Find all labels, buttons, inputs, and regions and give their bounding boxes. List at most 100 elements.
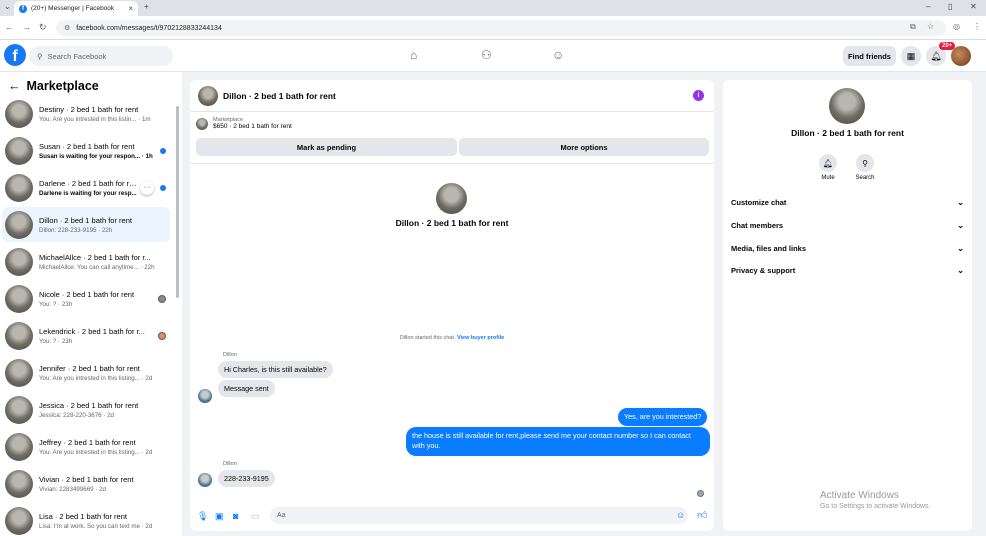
menu-grid-icon[interactable]: ▦	[901, 46, 921, 66]
find-friends-button[interactable]: Find friends	[843, 46, 896, 66]
new-tab-icon[interactable]: +	[144, 2, 149, 11]
outgoing-message[interactable]: the house is still available for rent,pl…	[406, 427, 710, 456]
chevron-down-icon: ⌄	[957, 221, 964, 230]
gif-icon[interactable]: ▭	[251, 511, 260, 522]
avatar	[5, 358, 33, 387]
mute-button[interactable]: 🔔︎ Mute	[808, 154, 848, 181]
conversation-item[interactable]: Lekendrick · 2 bed 1 bath for r... You: ?…	[2, 318, 170, 353]
home-icon[interactable]: ⌂	[410, 48, 417, 62]
reload-icon[interactable]: ↻	[39, 22, 47, 33]
emoji-icon[interactable]: ☺	[676, 510, 685, 520]
photo-icon[interactable]: ▣	[215, 511, 224, 522]
avatar	[5, 247, 33, 276]
section-customize-chat[interactable]: Customize chat ⌄	[731, 198, 964, 207]
avatar[interactable]	[829, 88, 865, 124]
incoming-message[interactable]: Hi Charles, is this still available?	[218, 361, 333, 378]
search-button[interactable]: ⚲ Search	[845, 154, 885, 181]
system-message: Dillon started this chat. View buyer pro…	[190, 335, 714, 341]
back-arrow-icon[interactable]: ←	[8, 79, 21, 93]
watermark-subtitle: Go to Settings to activate Windows.	[820, 503, 931, 510]
conversation-name: Jessica · 2 bed 1 bath for rent	[39, 400, 139, 410]
conversation-preview: You: ? · 23h	[39, 337, 73, 345]
search-icon: ⚲	[856, 154, 874, 172]
conversation-preview: You: Are you intrested in this listing..…	[39, 448, 153, 456]
browser-tab-strip: ⌄ f (20+) Messenger | Facebook × + – ▯ ✕	[0, 0, 986, 16]
bookmark-star-icon[interactable]: ☆	[927, 22, 934, 31]
more-options-icon[interactable]: ···	[140, 180, 154, 195]
sticker-icon[interactable]: ◙	[233, 511, 238, 521]
window-close-icon[interactable]: ✕	[970, 2, 977, 11]
forward-icon[interactable]: →	[22, 22, 31, 32]
incoming-message[interactable]: 228-233-9195	[218, 470, 275, 487]
back-icon[interactable]: ←	[5, 22, 14, 32]
section-label: Customize chat	[731, 198, 787, 207]
sidebar-header: ← Marketplace	[8, 79, 99, 93]
avatar[interactable]	[198, 473, 212, 487]
chat-title[interactable]: Dillon · 2 bed 1 bath for rent	[223, 91, 336, 101]
search-input[interactable]: ⚲ Search Facebook	[29, 46, 173, 66]
section-label: Media, files and links	[731, 244, 807, 253]
conversation-item[interactable]: Jessica · 2 bed 1 bath for rent Jessica: …	[2, 392, 170, 427]
conversation-item[interactable]: Vivian · 2 bed 1 bath for rent Vivian: 22…	[2, 466, 170, 501]
like-thumb-icon[interactable]: 👍︎	[697, 509, 707, 521]
conversation-name: Jeffrey · 2 bed 1 bath for rent	[39, 437, 136, 447]
microphone-icon[interactable]: 🎙︎	[197, 511, 208, 522]
conversation-item[interactable]: Darlene · 2 bed 1 bath for rent Darlene i…	[2, 170, 170, 205]
search-label: Search	[855, 175, 875, 181]
conversation-item[interactable]: Nicole · 2 bed 1 bath for rent You: ? · 2…	[2, 281, 170, 316]
avatar[interactable]	[198, 389, 212, 403]
listing-price: $650 · 2 bed 1 bath for rent	[213, 123, 292, 130]
message-input[interactable]: Aa	[270, 507, 688, 524]
conversation-item[interactable]: Destiny · 2 bed 1 bath for rent You: Are …	[2, 96, 170, 131]
conversation-preview: Dillon: 228-233-9195 · 22h	[39, 226, 113, 234]
view-buyer-profile-link[interactable]: View buyer profile	[457, 335, 504, 341]
conversation-name: Darlene · 2 bed 1 bath for rent	[39, 178, 139, 188]
profile-icon[interactable]: ◎	[953, 22, 960, 31]
url-bar[interactable]: ⚙ facebook.com/messages/t/97021288332441…	[56, 20, 946, 36]
groups-icon[interactable]: ☺	[552, 48, 564, 62]
info-icon[interactable]: i	[693, 90, 704, 101]
avatar[interactable]	[436, 183, 467, 214]
browser-menu-icon[interactable]: ⋮	[973, 22, 981, 31]
conversation-name: MichaelAllce · 2 bed 1 bath for r...	[39, 252, 151, 262]
minimize-icon[interactable]: –	[926, 2, 930, 11]
conversation-item[interactable]: MichaelAllce · 2 bed 1 bath for r... Mich…	[2, 244, 170, 279]
close-tab-icon[interactable]: ×	[128, 4, 133, 13]
details-name: Dillon · 2 bed 1 bath for rent	[791, 128, 904, 138]
watermark-title: Activate Windows	[820, 490, 899, 501]
outgoing-message[interactable]: Yes, are you interested?	[618, 408, 708, 427]
conversation-name: Susan · 2 bed 1 bath for rent	[39, 141, 135, 151]
incoming-message[interactable]: Message sent	[218, 380, 275, 397]
conversation-item[interactable]: Dillon · 2 bed 1 bath for rent Dillon: 22…	[2, 207, 170, 242]
friends-icon[interactable]: ⚇	[481, 48, 492, 62]
conversation-preview: Darlene is waiting for your resp...	[39, 189, 137, 197]
url-text: facebook.com/messages/t/9702128833244134	[76, 24, 222, 32]
conversation-name: Jennifer · 2 bed 1 bath for rent	[39, 363, 140, 373]
facebook-header: f ⚲ Search Facebook ⌂ ⚇ ☺ Find friends ▦…	[0, 40, 986, 72]
more-options-button[interactable]: More options	[459, 138, 709, 156]
section-privacy-support[interactable]: Privacy & support ⌄	[731, 266, 964, 275]
search-placeholder: Search Facebook	[47, 51, 107, 61]
facebook-logo-icon[interactable]: f	[4, 44, 26, 66]
section-chat-members[interactable]: Chat members ⌄	[731, 221, 964, 230]
conversation-preview: You: ? · 23h	[39, 300, 73, 308]
conversation-preview: Lisa: I'm at work. So you can text me · …	[39, 522, 153, 530]
install-app-icon[interactable]: ⧉	[910, 22, 916, 32]
profile-avatar[interactable]	[951, 46, 971, 66]
restore-icon[interactable]: ▯	[948, 2, 952, 11]
conversation-item[interactable]: Jeffrey · 2 bed 1 bath for rent You: Are …	[2, 429, 170, 464]
mark-as-pending-button[interactable]: Mark as pending	[196, 138, 457, 156]
conversation-item[interactable]: Susan · 2 bed 1 bath for rent Susan is wa…	[2, 133, 170, 168]
conversation-preview: MichaelAllce: You can call anytime... · …	[39, 263, 155, 271]
section-media-files-links[interactable]: Media, files and links ⌄	[731, 244, 964, 253]
browser-tab[interactable]: f (20+) Messenger | Facebook ×	[14, 1, 138, 16]
listing-summary[interactable]: Marketplace $650 · 2 bed 1 bath for rent	[196, 117, 292, 130]
conversation-item[interactable]: Lisa · 2 bed 1 bath for rent Lisa: I'm at…	[2, 503, 170, 536]
conversation-preview: Susan is waiting for your respon... · 1h	[39, 152, 153, 160]
sidebar-scrollbar[interactable]	[176, 106, 179, 298]
site-info-icon[interactable]: ⚙	[64, 24, 70, 32]
avatar[interactable]	[198, 85, 218, 106]
section-label: Privacy & support	[731, 266, 796, 275]
tab-search-icon[interactable]: ⌄	[4, 2, 11, 11]
conversation-item[interactable]: Jennifer · 2 bed 1 bath for rent You: Are…	[2, 355, 170, 390]
